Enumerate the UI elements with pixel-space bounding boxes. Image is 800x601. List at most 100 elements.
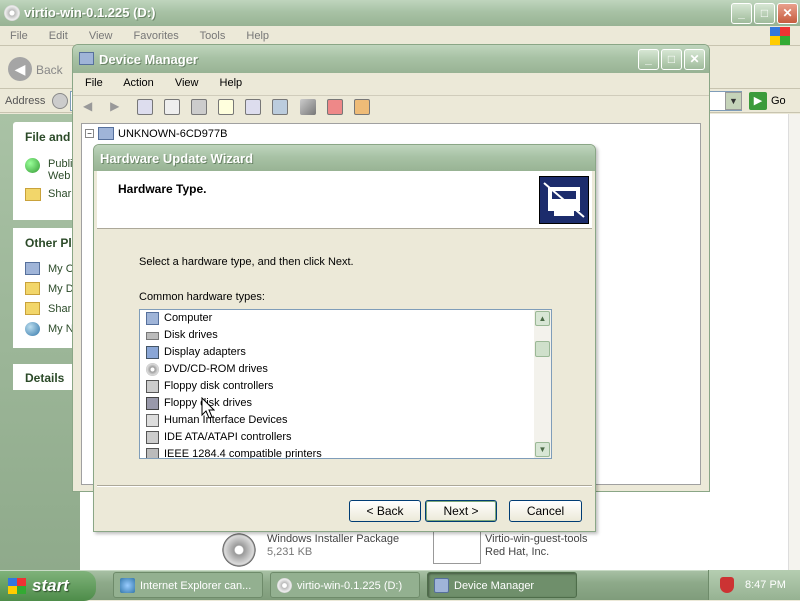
taskbar-item-explorer[interactable]: virtio-win-0.1.225 (D:) bbox=[270, 572, 420, 598]
wizard-header-title: Hardware Type. bbox=[118, 182, 207, 196]
printer-icon bbox=[146, 448, 159, 458]
file-item-name[interactable]: Windows Installer Package bbox=[267, 533, 399, 545]
back-button-label[interactable]: Back bbox=[36, 63, 63, 77]
taskbar-item-internet-explorer[interactable]: Internet Explorer can... bbox=[113, 572, 263, 598]
explorer-menubar: File Edit View Favorites Tools Help bbox=[0, 26, 800, 46]
ide-controller-icon bbox=[146, 431, 159, 444]
wizard-header: Hardware Type. bbox=[97, 171, 592, 229]
scroll-down-button[interactable]: ▼ bbox=[535, 442, 550, 457]
explorer-menu-help[interactable]: Help bbox=[246, 30, 269, 42]
print-icon[interactable] bbox=[191, 99, 208, 115]
file-item-name[interactable]: Virtio-win-guest-tools bbox=[485, 533, 588, 545]
start-button[interactable]: start bbox=[0, 571, 96, 601]
windows-logo-icon bbox=[8, 578, 26, 594]
list-item-dvd-drives[interactable]: DVD/CD-ROM drives bbox=[140, 361, 534, 378]
file-task-publish[interactable]: Publi bbox=[48, 158, 72, 170]
wizard-titlebar[interactable]: Hardware Update Wizard bbox=[94, 145, 595, 171]
taskbar-item-label: Internet Explorer can... bbox=[140, 580, 252, 592]
list-item-floppy-drives[interactable]: Floppy disk drives bbox=[140, 395, 534, 412]
other-places-header[interactable]: Other Pl bbox=[25, 236, 72, 250]
device-menu-help[interactable]: Help bbox=[220, 77, 243, 89]
computer-icon bbox=[146, 312, 159, 325]
explorer-menu-file[interactable]: File bbox=[10, 30, 28, 42]
list-item-display-adapters[interactable]: Display adapters bbox=[140, 344, 534, 361]
explorer-minimize-button[interactable]: _ bbox=[731, 3, 752, 24]
help-icon[interactable] bbox=[218, 99, 235, 115]
device-manager-close-button[interactable]: ✕ bbox=[684, 49, 705, 70]
explorer-menu-view[interactable]: View bbox=[89, 30, 113, 42]
next-button[interactable]: Next > bbox=[425, 500, 497, 522]
other-place-my-computer[interactable]: My C bbox=[48, 263, 74, 275]
list-item-floppy-controllers[interactable]: Floppy disk controllers bbox=[140, 378, 534, 395]
explorer-menu-favorites[interactable]: Favorites bbox=[134, 30, 179, 42]
file-task-share[interactable]: Shar bbox=[48, 188, 71, 200]
show-hide-tree-icon[interactable] bbox=[137, 99, 154, 115]
other-place-my-documents[interactable]: My D bbox=[48, 283, 74, 295]
file-tasks-panel: File and Publi Web Shar bbox=[13, 122, 80, 220]
list-item-disk-drives[interactable]: Disk drives bbox=[140, 327, 534, 344]
taskbar-item-label: virtio-win-0.1.225 (D:) bbox=[297, 580, 403, 592]
start-label: start bbox=[32, 576, 69, 595]
security-shield-icon[interactable] bbox=[720, 577, 734, 593]
network-icon bbox=[25, 322, 40, 336]
device-manager-maximize-button[interactable]: □ bbox=[661, 49, 682, 70]
list-item-ieee-printers[interactable]: IEEE 1284.4 compatible printers bbox=[140, 446, 534, 459]
other-place-shared[interactable]: Shar bbox=[48, 303, 71, 315]
uninstall-icon[interactable] bbox=[326, 99, 343, 115]
display-adapter-icon bbox=[146, 346, 159, 359]
wizard-divider bbox=[97, 485, 592, 487]
explorer-menu-edit[interactable]: Edit bbox=[49, 30, 68, 42]
go-arrow-icon[interactable]: ▶ bbox=[749, 92, 767, 110]
view-icon[interactable] bbox=[245, 99, 262, 115]
device-manager-titlebar[interactable]: Device Manager _ □ ✕ bbox=[73, 45, 709, 73]
list-item-ide-controllers[interactable]: IDE ATA/ATAPI controllers bbox=[140, 429, 534, 446]
device-manager-minimize-button[interactable]: _ bbox=[638, 49, 659, 70]
explorer-scrollbar[interactable] bbox=[788, 114, 800, 570]
scroll-up-button[interactable]: ▲ bbox=[535, 311, 550, 326]
cd-drive-icon bbox=[277, 578, 292, 593]
back-button[interactable]: < Back bbox=[349, 500, 421, 522]
list-item-computer[interactable]: Computer bbox=[140, 310, 534, 327]
list-item-label: IEEE 1284.4 compatible printers bbox=[164, 448, 322, 459]
scroll-thumb[interactable] bbox=[535, 341, 550, 357]
taskbar-item-device-manager[interactable]: Device Manager bbox=[427, 572, 577, 598]
device-manager-icon bbox=[434, 578, 449, 593]
explorer-close-button[interactable]: ✕ bbox=[777, 3, 798, 24]
cancel-button[interactable]: Cancel bbox=[509, 500, 582, 522]
device-menu-view[interactable]: View bbox=[175, 77, 199, 89]
device-menu-action[interactable]: Action bbox=[123, 77, 154, 89]
properties-icon[interactable] bbox=[164, 99, 181, 115]
explorer-maximize-button[interactable]: □ bbox=[754, 3, 775, 24]
go-button-label[interactable]: Go bbox=[771, 95, 786, 107]
other-place-my-network[interactable]: My N bbox=[48, 323, 74, 335]
details-header[interactable]: Details bbox=[25, 371, 64, 385]
back-arrow-icon[interactable]: ◀ bbox=[8, 57, 32, 81]
list-item-hid[interactable]: Human Interface Devices bbox=[140, 412, 534, 429]
list-item-label: Display adapters bbox=[164, 346, 246, 358]
scan-hardware-icon[interactable] bbox=[272, 99, 289, 115]
back-arrow-icon[interactable]: ◀ bbox=[83, 99, 99, 115]
forward-arrow-icon[interactable]: ▶ bbox=[110, 99, 126, 115]
file-tasks-header[interactable]: File and bbox=[25, 130, 70, 144]
list-item-label: Disk drives bbox=[164, 329, 218, 341]
share-folder-icon bbox=[25, 188, 41, 201]
file-task-web[interactable]: Web bbox=[48, 170, 70, 182]
list-item-label: Computer bbox=[164, 312, 213, 324]
list-item-label: DVD/CD-ROM drives bbox=[164, 363, 268, 375]
device-menu-file[interactable]: File bbox=[85, 77, 103, 89]
address-dropdown-icon[interactable]: ▼ bbox=[725, 92, 742, 110]
floppy-drive-icon bbox=[146, 397, 159, 410]
explorer-titlebar[interactable]: virtio-win-0.1.225 (D:) _ □ ✕ bbox=[0, 0, 800, 26]
tree-root-label[interactable]: UNKNOWN-6CD977B bbox=[118, 128, 227, 140]
hardware-card-icon bbox=[539, 176, 589, 224]
list-scrollbar[interactable]: ▲ ▼ bbox=[534, 310, 551, 458]
wizard-title: Hardware Update Wizard bbox=[100, 151, 254, 166]
device-manager-title: Device Manager bbox=[99, 52, 198, 67]
hardware-types-list[interactable]: Computer Disk drives Display adapters DV… bbox=[139, 309, 552, 459]
disable-icon[interactable] bbox=[353, 99, 370, 115]
file-item-detail: 5,231 KB bbox=[267, 546, 313, 558]
update-driver-icon[interactable] bbox=[299, 99, 316, 115]
explorer-menu-tools[interactable]: Tools bbox=[200, 30, 226, 42]
address-drive-icon bbox=[52, 93, 68, 109]
tree-collapse-icon[interactable]: − bbox=[85, 129, 94, 138]
